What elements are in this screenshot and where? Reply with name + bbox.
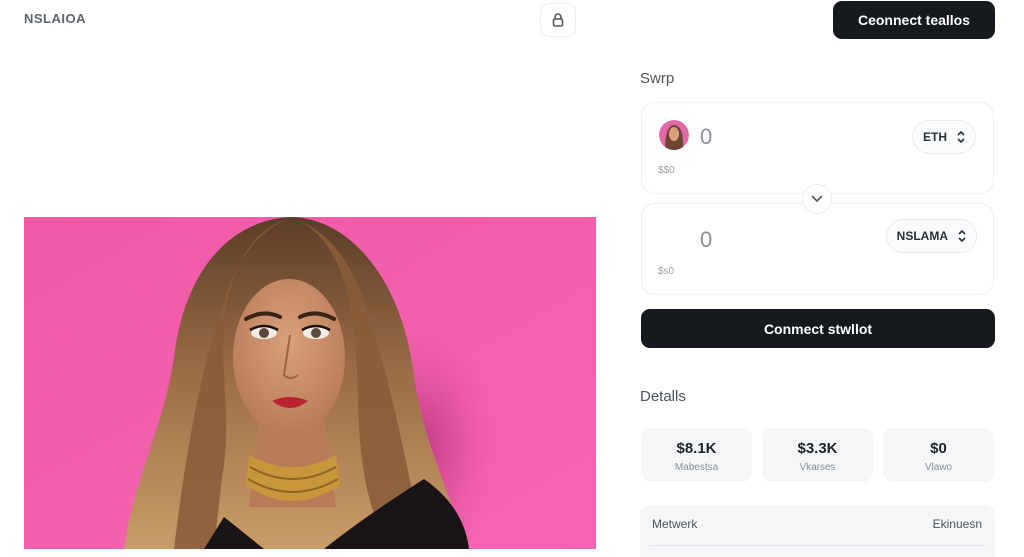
selector-chevrons-icon — [957, 131, 965, 143]
stat-label: Vkarses — [799, 462, 836, 473]
swap-heading: Swrp — [640, 70, 675, 87]
selector-chevrons-icon — [958, 230, 966, 242]
details-heading: Detalls — [640, 388, 686, 405]
stat-label: Vlawo — [924, 462, 953, 473]
divider — [650, 545, 985, 546]
network-value: Ekinuesn — [932, 517, 982, 531]
app-logo: NSLAIOA — [24, 11, 86, 26]
network-row: Metwerk Ekinuesn — [640, 505, 995, 557]
swap-to-card: 0 $s0 NSLAMA — [641, 203, 994, 295]
to-fiat-value: $s0 — [658, 266, 675, 277]
switch-tokens-button[interactable] — [802, 184, 832, 214]
stat-card: $8.1K Mabestsa — [641, 428, 752, 482]
stat-card: $0 Vlawo — [883, 428, 994, 482]
stat-label: Mabestsa — [674, 462, 719, 473]
stat-value: $0 — [930, 440, 947, 457]
stat-value: $3.3K — [797, 440, 838, 457]
from-token-select[interactable]: ETH — [912, 120, 976, 154]
connect-wallet-header-button[interactable]: Ceonnect teallos — [833, 1, 995, 39]
from-amount-input[interactable]: 0 — [700, 124, 712, 150]
connect-wallet-button[interactable]: Conmect stwllot — [641, 309, 995, 348]
to-token-label: NSLAMA — [896, 229, 948, 243]
stat-value: $8.1K — [676, 440, 717, 457]
chevron-down-icon — [811, 195, 823, 203]
from-token-label: ETH — [923, 130, 947, 144]
token-avatar — [659, 120, 689, 150]
lock-icon — [552, 13, 564, 27]
hero-image — [24, 217, 596, 549]
lock-button[interactable] — [540, 3, 576, 37]
network-label: Metwerk — [652, 517, 698, 531]
stat-card: $3.3K Vkarses — [762, 428, 873, 482]
swap-from-card: 0 $$0 ETH — [641, 102, 994, 194]
from-fiat-value: $$0 — [658, 165, 675, 176]
to-amount-input[interactable]: 0 — [700, 227, 712, 253]
to-token-select[interactable]: NSLAMA — [885, 219, 977, 253]
